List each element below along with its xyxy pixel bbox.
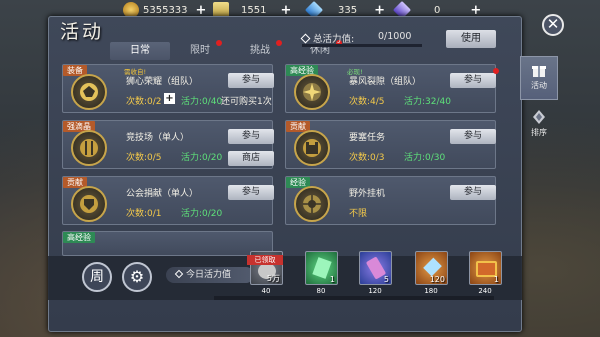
today-label-text: 今日活力值 [186, 270, 232, 280]
emerald-icon [312, 257, 332, 279]
activity-vitality: 活力:0/20 [181, 209, 223, 219]
activity-name: 野外挂机 [349, 189, 386, 199]
threshold-label: 120 [368, 287, 382, 295]
close-icon: ✕ [546, 15, 560, 33]
activity-vitality: 活力:32/40 [404, 97, 451, 107]
notification-dot [276, 40, 282, 46]
shop-button[interactable]: 商店 [228, 151, 274, 166]
guild-emblem-icon [71, 186, 107, 222]
tab-label: 日常 [130, 45, 150, 56]
tab-limited[interactable]: 限时 [170, 40, 230, 60]
activity-card: 贡献 公会捐献（单人） 次数:0/1 活力:0/20 参与 [62, 176, 274, 225]
side-tab-activity[interactable]: 活动 [520, 56, 558, 100]
activity-card: 强滴晶 竞技场（单人） 次数:0/5 活力:0/20 参与 商店 [62, 120, 274, 169]
activity-vitality: 活力:0/20 [181, 153, 223, 163]
arena-emblem-icon [71, 130, 107, 166]
use-button[interactable]: 使用 [446, 30, 496, 48]
reward-count: 1 [329, 275, 335, 284]
activity-name: 公会捐献（单人） [126, 189, 199, 199]
total-vitality-value: 0/1000 [378, 31, 412, 42]
join-button[interactable]: 参与 [228, 129, 274, 144]
reward-slot[interactable]: 1 [305, 251, 338, 285]
tab-label: 限时 [190, 45, 210, 56]
activity-count: 次数:0/5 [126, 153, 162, 163]
currency-value: 335 [338, 4, 358, 16]
total-vitality-bar [302, 44, 422, 47]
reward-count: 5万 [266, 274, 280, 283]
activity-card: 高经验 必现! 暴风裂隙（组队） 次数:4/5 活力:32/40 参与 [285, 64, 499, 113]
diamond-icon [174, 269, 184, 279]
activity-name: 暴风裂隙（组队） [349, 77, 422, 87]
close-button[interactable]: ✕ [542, 14, 564, 36]
page-title: 活动 [60, 21, 105, 43]
ice-crystal-icon [423, 257, 442, 277]
activity-name: 狮心荣耀（组队） [126, 77, 199, 87]
buy-attempt-button[interactable]: + [164, 93, 175, 104]
activity-name: 竞技场（单人） [126, 133, 190, 143]
reward-count: 120 [429, 275, 445, 284]
join-button[interactable]: 参与 [450, 185, 496, 200]
diamond-icon [300, 33, 311, 44]
side-tab-label: 活动 [531, 81, 547, 90]
reward-bar [48, 256, 522, 300]
activity-vitality: 活力:0/40 [181, 97, 223, 107]
reward-slot[interactable]: 已领取 5万 [247, 251, 283, 285]
tab-challenge[interactable]: 挑战 [230, 40, 290, 60]
ranking-icon [533, 110, 545, 124]
activity-card-partial: 高经验 [62, 231, 273, 256]
lion-emblem-icon [71, 74, 107, 110]
activity-count: 次数:0/1 [126, 209, 162, 219]
threshold-label: 240 [478, 287, 492, 295]
activity-name: 要塞任务 [349, 133, 386, 143]
storm-emblem-icon [294, 74, 330, 110]
activity-card: 经验 野外挂机 不限 参与 [285, 176, 496, 225]
reward-slot[interactable]: 120 [415, 251, 448, 285]
card-tag: 高经验 [63, 232, 95, 243]
threshold-label: 180 [424, 287, 438, 295]
wild-emblem-icon [294, 186, 330, 222]
fortress-emblem-icon [294, 130, 330, 166]
week-button[interactable]: 周 [82, 262, 112, 292]
activity-vitality: 活力:0/30 [404, 153, 446, 163]
join-button[interactable]: 参与 [450, 129, 496, 144]
currency-value: 1551 [241, 4, 267, 16]
activity-card: 装备 需收自! 狮心荣耀（组队） 次数:0/2 + 活力:0/40 还可购买1次… [62, 64, 274, 113]
activity-card: 贡献 要塞任务 次数:0/3 活力:0/30 参与 [285, 120, 496, 169]
activity-extra: 还可购买1次 [221, 97, 272, 107]
week-label: 周 [90, 269, 104, 285]
side-tab-label: 排序 [531, 128, 547, 137]
threshold-label: 80 [316, 287, 326, 295]
gift-icon [532, 66, 546, 77]
total-vitality-label: 总活力值: [300, 31, 354, 45]
today-vitality-label: 今日活力值 [166, 267, 254, 283]
today-vitality-progress [214, 296, 494, 300]
side-tab-ranking[interactable]: 排序 [520, 104, 558, 148]
join-button[interactable]: 参与 [228, 185, 274, 200]
threshold-label: 40 [261, 287, 271, 295]
reward-count: 1 [493, 275, 499, 284]
notification-dot [216, 40, 222, 46]
gear-icon: ⚙ [129, 267, 145, 286]
activity-count: 次数:0/2 [126, 97, 162, 107]
notification-dot [493, 68, 499, 74]
activity-count: 次数:4/5 [349, 97, 385, 107]
settings-button[interactable]: ⚙ [122, 262, 152, 292]
activity-count: 次数:0/3 [349, 153, 385, 163]
currency-value: 0 [434, 4, 441, 16]
currency-value: 5355333 [143, 4, 188, 16]
join-button[interactable]: 参与 [228, 73, 274, 88]
tab-daily[interactable]: 日常 [110, 42, 170, 60]
claimed-label: 已领取 [247, 255, 283, 265]
tab-label: 挑战 [250, 45, 270, 56]
reward-slot[interactable]: 1 [469, 251, 502, 285]
reward-count: 5 [383, 275, 389, 284]
activity-count: 不限 [349, 209, 368, 219]
join-button[interactable]: 参与 [450, 73, 496, 88]
reward-slot[interactable]: 5 [359, 251, 392, 285]
